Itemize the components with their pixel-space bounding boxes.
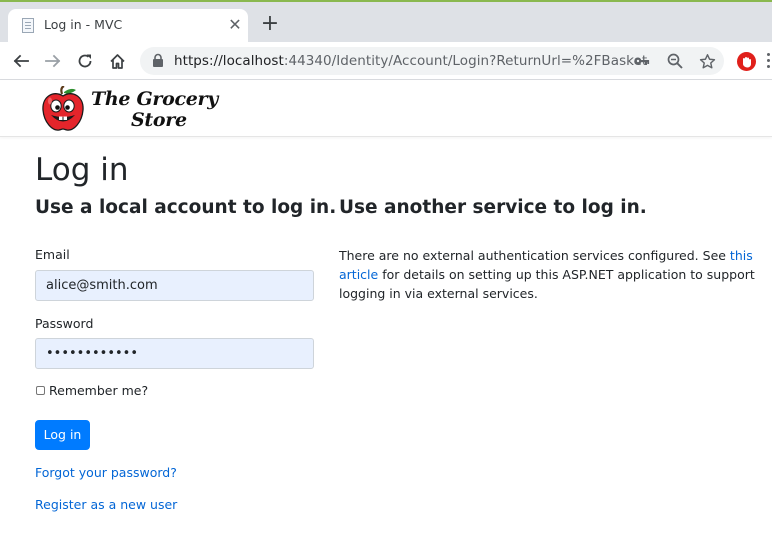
tabstrip-accent (0, 0, 772, 2)
remember-me-checkbox[interactable] (36, 386, 45, 395)
password-field[interactable]: •••••••••••• (35, 338, 314, 369)
browser-tabstrip: Log in - MVC ✕ + (0, 0, 772, 42)
menu-icon[interactable] (764, 53, 772, 71)
reload-button[interactable] (73, 49, 97, 73)
lock-icon (153, 53, 163, 67)
back-button[interactable] (9, 49, 33, 73)
star-icon[interactable] (698, 52, 716, 70)
url-host: https://localhost (174, 53, 284, 69)
home-button[interactable] (105, 49, 129, 73)
page-icon (22, 18, 34, 33)
zoom-icon[interactable] (666, 52, 684, 70)
email-field[interactable]: alice@smith.com (35, 270, 314, 301)
local-account-heading: Use a local account to log in. (35, 197, 337, 218)
browser-toolbar: https://localhost:44340/Identity/Account… (0, 42, 772, 80)
email-label: Email (35, 247, 70, 262)
external-auth-message: There are no external authentication ser… (339, 246, 772, 303)
page-title: Log in (35, 152, 129, 188)
browser-tab[interactable]: Log in - MVC ✕ (8, 9, 248, 42)
external-text-before: There are no external authentication ser… (339, 248, 730, 263)
external-service-heading: Use another service to log in. (339, 197, 647, 218)
login-button[interactable]: Log in (35, 420, 90, 450)
home-icon (109, 53, 125, 69)
reload-icon (78, 54, 92, 68)
forgot-password-link[interactable]: Forgot your password? (35, 465, 177, 480)
logo-line1: The Grocery (91, 88, 218, 110)
url-path: :44340/Identity/Account/Login?ReturnUrl=… (283, 53, 648, 69)
apple-logo[interactable] (40, 85, 86, 136)
address-bar[interactable]: https://localhost:44340/Identity/Account… (140, 47, 724, 75)
site-logo-text[interactable]: The Grocery Store (91, 89, 218, 131)
back-arrow-icon (13, 54, 29, 68)
close-icon[interactable]: ✕ (225, 15, 245, 35)
logo-line2: Store (131, 109, 187, 131)
password-label: Password (35, 316, 94, 331)
site-navbar: The Grocery Store (0, 80, 772, 137)
adblock-icon[interactable] (737, 52, 756, 71)
url-text: https://localhost:44340/Identity/Account… (174, 53, 647, 69)
new-tab-button[interactable]: + (258, 12, 282, 36)
external-text-after: for details on setting up this ASP.NET a… (339, 267, 755, 301)
forward-arrow-icon (45, 54, 61, 68)
remember-me-label[interactable]: Remember me? (49, 383, 148, 398)
key-icon[interactable] (633, 52, 651, 70)
register-link[interactable]: Register as a new user (35, 497, 177, 512)
forward-button[interactable] (41, 49, 65, 73)
tab-title: Log in - MVC (44, 17, 123, 32)
